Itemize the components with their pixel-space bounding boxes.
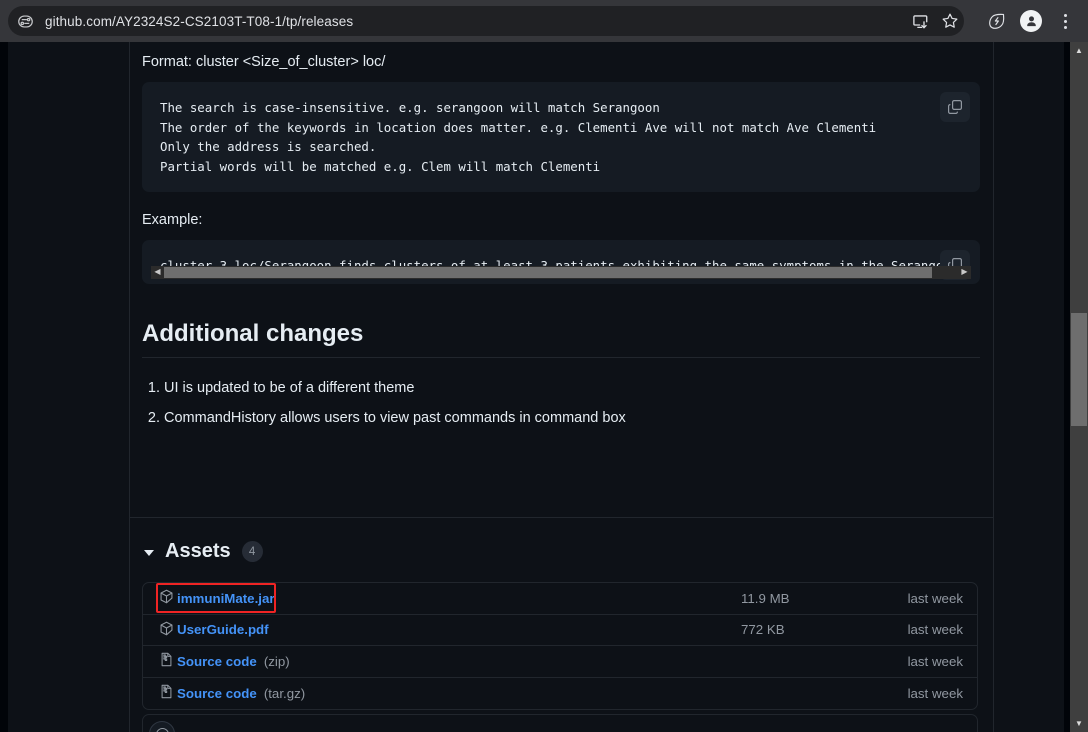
asset-name-cell[interactable]: immuniMate.jar — [159, 589, 741, 607]
table-row[interactable]: UserGuide.pdf 772 KB last week — [143, 615, 977, 646]
table-row[interactable]: immuniMate.jar 11.9 MB last week — [143, 583, 977, 615]
asset-link[interactable]: UserGuide.pdf — [177, 622, 269, 637]
additional-changes-list: UI is updated to be of a different theme… — [164, 378, 980, 428]
energy-saver-leaf-icon[interactable] — [982, 6, 1012, 36]
file-zip-icon — [159, 684, 174, 702]
list-item: UI is updated to be of a different theme — [164, 378, 980, 398]
avatar — [1020, 10, 1042, 32]
copy-icon[interactable] — [940, 92, 970, 122]
asset-suffix: (zip) — [263, 653, 290, 669]
layout-left-rule — [129, 42, 130, 732]
page-scrollbar[interactable]: ▲ ▼ — [1070, 42, 1088, 732]
format-line: Format: cluster <Size_of_cluster> loc/ — [142, 54, 386, 70]
smiley-face-icon[interactable] — [149, 721, 175, 732]
example-code-block: cluster 3 loc/Serangoon finds clusters o… — [142, 240, 980, 284]
table-row[interactable]: Source code (tar.gz) last week — [143, 678, 977, 710]
asset-link[interactable]: immuniMate.jar — [177, 591, 275, 606]
asset-date: last week — [907, 622, 963, 638]
menu-dots — [1063, 13, 1067, 29]
asset-date: last week — [907, 685, 963, 701]
horizontal-scroll-thumb[interactable] — [164, 266, 932, 278]
scroll-thumb[interactable] — [1071, 313, 1087, 426]
code-horizontal-scrollbar[interactable]: ◀ ▶ — [151, 265, 971, 279]
assets-divider — [130, 517, 993, 518]
asset-size: 11.9 MB — [741, 590, 790, 606]
reactions-footer — [142, 714, 978, 732]
address-bar[interactable]: github.com/AY2324S2-CS2103T-T08-1/tp/rel… — [8, 6, 964, 36]
release-notes-code-block: The search is case-insensitive. e.g. ser… — [142, 82, 980, 192]
install-app-icon[interactable] — [905, 6, 935, 36]
assets-count-badge: 4 — [241, 541, 263, 562]
asset-name-cell[interactable]: UserGuide.pdf — [159, 621, 741, 639]
asset-link[interactable]: Source code — [177, 686, 257, 701]
star-bookmark-icon[interactable] — [935, 6, 965, 36]
assets-title: Assets — [165, 540, 231, 562]
assets-header[interactable]: Assets 4 — [144, 540, 263, 563]
scroll-down-arrow[interactable]: ▼ — [1070, 715, 1088, 732]
release-notes-code-text: The search is case-insensitive. e.g. ser… — [160, 100, 877, 174]
browser-chrome: github.com/AY2324S2-CS2103T-T08-1/tp/rel… — [0, 0, 1088, 42]
assets-table: immuniMate.jar 11.9 MB last week UserGui… — [142, 582, 978, 710]
asset-size: 772 KB — [741, 622, 785, 638]
caret-down-icon[interactable] — [144, 550, 154, 556]
asset-date: last week — [907, 590, 963, 606]
example-label: Example: — [142, 212, 203, 228]
list-item: CommandHistory allows users to view past… — [164, 408, 980, 428]
table-row[interactable]: Source code (zip) last week — [143, 646, 977, 678]
release-content-column: Format: cluster <Size_of_cluster> loc/ T… — [142, 42, 980, 438]
asset-suffix: (tar.gz) — [263, 685, 306, 701]
profile-avatar-icon[interactable] — [1016, 6, 1046, 36]
asset-date: last week — [907, 653, 963, 669]
asset-name-cell[interactable]: Source code (tar.gz) — [159, 684, 741, 702]
scroll-up-arrow[interactable]: ▲ — [1070, 42, 1088, 59]
asset-name-cell[interactable]: Source code (zip) — [159, 652, 741, 670]
site-settings-icon[interactable] — [11, 7, 39, 35]
page-viewport: Format: cluster <Size_of_cluster> loc/ T… — [0, 42, 1088, 732]
scroll-left-arrow[interactable]: ◀ — [151, 266, 164, 279]
url-text: github.com/AY2324S2-CS2103T-T08-1/tp/rel… — [45, 13, 354, 29]
section-heading-additional-changes: Additional changes — [142, 320, 980, 358]
layout-right-rule — [993, 42, 994, 732]
three-dot-menu-icon[interactable] — [1050, 6, 1080, 36]
package-icon — [159, 621, 174, 639]
file-zip-icon — [159, 652, 174, 670]
scroll-right-arrow[interactable]: ▶ — [958, 266, 971, 279]
package-icon — [159, 589, 174, 607]
asset-link[interactable]: Source code — [177, 654, 257, 669]
